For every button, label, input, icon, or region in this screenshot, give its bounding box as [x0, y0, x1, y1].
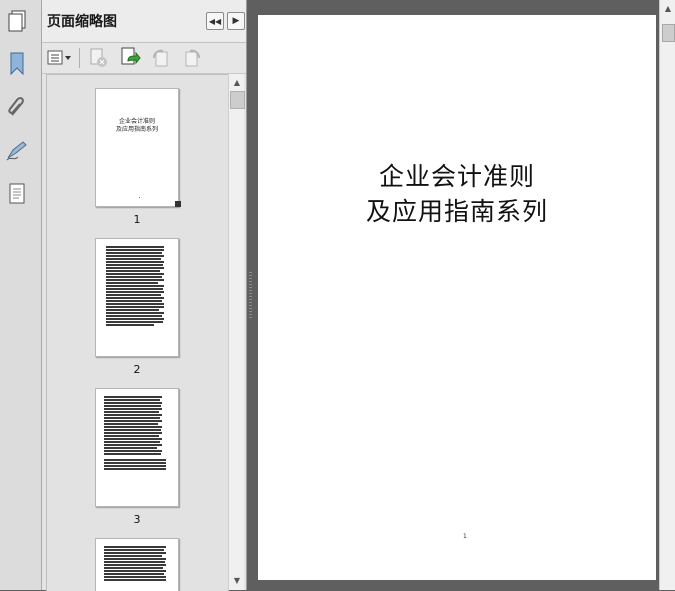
- thumbnail-label-2: 2: [133, 363, 141, 376]
- extract-page-icon[interactable]: [119, 47, 141, 69]
- thumbnail-title-line2: 及应用指南系列: [115, 126, 158, 133]
- thumbnail-label-1: 1: [133, 213, 141, 226]
- thumbnail-page-4[interactable]: [95, 538, 179, 591]
- delete-page-icon[interactable]: [88, 48, 110, 68]
- panel-splitter[interactable]: [247, 0, 254, 590]
- thumbnail-toolbar: [42, 43, 246, 74]
- thumbnail-page-2[interactable]: [95, 238, 179, 357]
- splitter-grip[interactable]: [249, 272, 252, 320]
- thumbnail-title-line1: 企业会计准则: [118, 118, 155, 125]
- options-menu-icon[interactable]: [47, 49, 73, 67]
- thumbnail-page-1[interactable]: 企业会计准则 及应用指南系列: [95, 88, 179, 207]
- rotate-left-icon[interactable]: [150, 48, 172, 68]
- navigation-rail: [0, 0, 42, 590]
- scroll-down-icon[interactable]: ▼: [229, 572, 245, 588]
- document-page: 企业会计准则 及应用指南系列 1: [258, 15, 656, 580]
- scroll-thumb[interactable]: [230, 91, 245, 109]
- scroll-up-icon[interactable]: ▲: [660, 0, 675, 16]
- content-icon[interactable]: [4, 180, 30, 208]
- toolbar-divider: [79, 48, 80, 68]
- attachment-icon[interactable]: [4, 93, 30, 121]
- document-title-line2: 及应用指南系列: [365, 197, 548, 226]
- scroll-up-icon[interactable]: ▲: [229, 74, 245, 90]
- document-scrollbar[interactable]: ▲: [659, 0, 675, 590]
- page-footer-number: 1: [463, 533, 467, 540]
- scroll-thumb[interactable]: [662, 24, 675, 42]
- bookmark-icon[interactable]: [4, 50, 30, 78]
- triangle-right-icon: ▶: [232, 16, 240, 26]
- page-thumbnails-panel: 页面缩略图 ◀◀ ▶ 企业会计准则 及应用指南系列 1 2 3 ▲ ▼: [42, 0, 247, 591]
- rotate-right-icon[interactable]: [181, 48, 203, 68]
- thumbnail-scrollbar[interactable]: ▲ ▼: [228, 74, 245, 590]
- thumbnail-list: 企业会计准则 及应用指南系列 1 2 3: [46, 74, 229, 591]
- thumbnail-page-3[interactable]: [95, 388, 179, 507]
- document-title-line1: 企业会计准则: [378, 162, 535, 191]
- panel-menu-button[interactable]: ▶: [227, 12, 245, 30]
- resize-handle[interactable]: [175, 201, 181, 207]
- panel-title: 页面缩略图: [47, 14, 117, 30]
- pages-icon[interactable]: [4, 7, 30, 35]
- double-chevron-left-icon: ◀◀: [208, 16, 222, 26]
- signature-icon[interactable]: [4, 137, 30, 165]
- document-title: 企业会计准则 及应用指南系列: [258, 159, 656, 229]
- thumbnail-label-3: 3: [133, 513, 141, 526]
- panel-header: 页面缩略图 ◀◀ ▶: [42, 0, 246, 43]
- collapse-panel-button[interactable]: ◀◀: [206, 12, 224, 30]
